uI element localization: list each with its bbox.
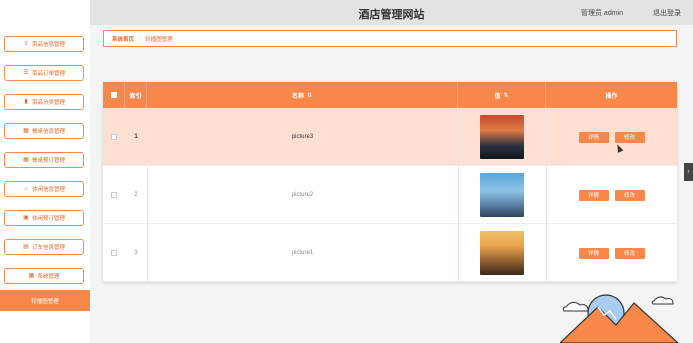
sidebar-item-leisure-info[interactable]: ⌂ 休闲信息管理 [4, 181, 84, 197]
detail-button[interactable]: 详情 [578, 247, 609, 259]
detail-button[interactable]: 详情 [578, 189, 609, 201]
sidebar-item-label: 菜品信息管理 [31, 42, 65, 48]
cloud-icon [651, 296, 674, 305]
edit-button[interactable]: 修改 [614, 189, 645, 201]
row-name: picture3 [291, 134, 314, 140]
breadcrumb-current: 轮播图管理 [145, 36, 173, 43]
sidebar-item-label: 餐桌信息管理 [31, 129, 65, 135]
house-icon: ⌂ [24, 186, 28, 192]
row-image-cell [458, 108, 546, 166]
row-checkbox[interactable] [111, 250, 117, 256]
edit-button[interactable]: 修改 [614, 247, 645, 259]
select-all-cell [103, 82, 125, 108]
row-actions: 详情 修改 [546, 166, 677, 224]
column-header-index: 索引 [125, 82, 147, 108]
breadcrumb: 系统首页 :: 轮播图管理 [103, 30, 677, 47]
grid-icon: ▦ [23, 128, 29, 134]
breadcrumb-separator: :: [138, 35, 142, 42]
sidebar-item-label: 菜品分类管理 [31, 100, 65, 106]
sidebar-item-table-info[interactable]: ▦ 餐桌信息管理 [4, 123, 84, 139]
sidebar-item-label: 休闲信息管理 [31, 187, 65, 193]
sidebar-item-label: 轮播图管理 [31, 298, 59, 305]
table-row: 1 picture3 详情 修改 [103, 108, 677, 166]
sidebar-item-carousel[interactable]: 轮播图管理 [0, 290, 90, 311]
sidebar: ≡ 菜品信息管理 ☰ 菜品订单管理 ▮ 菜品分类管理 ▦ 餐桌信息管理 ▦ 餐桌… [0, 0, 90, 343]
row-index: 3 [134, 250, 138, 256]
row-index: 1 [134, 134, 138, 140]
bar-chart-icon: ▮ [24, 99, 28, 105]
decorative-illustration [560, 294, 679, 343]
edit-button[interactable]: 修改 [614, 131, 645, 143]
sidebar-item-label: 订车信息管理 [31, 245, 65, 251]
sort-icon[interactable]: ⇅ [307, 92, 312, 99]
user-label: 管理员 admin [580, 10, 623, 17]
sidebar-item-dish-info[interactable]: ≡ 菜品信息管理 [4, 36, 84, 52]
column-header-value[interactable]: 值 ⇅ [458, 82, 546, 108]
carousel-thumbnail [480, 115, 524, 159]
cloud-icon [562, 301, 589, 312]
row-image-cell [458, 166, 546, 224]
sidebar-item-label: 菜品订单管理 [31, 71, 65, 77]
row-actions: 详情 修改 [546, 108, 677, 166]
row-name: picture1 [291, 250, 314, 256]
sidebar-item-system[interactable]: ▦ 系统管理 [4, 268, 84, 284]
table-row: 3 picture1 详情 修改 [103, 224, 677, 282]
table-header: 索引 名称 ⇅ 值 ⇅ 操作 [103, 82, 677, 108]
table-row: 2 picture2 详情 修改 [103, 166, 677, 224]
sidebar-item-label: 餐桌预订管理 [31, 158, 65, 164]
breadcrumb-home[interactable]: 系统首页 [112, 35, 134, 43]
row-checkbox[interactable] [111, 192, 117, 198]
logout-link[interactable]: 退出登录 [653, 8, 681, 18]
collapse-tab[interactable]: ‹ [684, 163, 693, 181]
sidebar-item-dish-orders[interactable]: ☰ 菜品订单管理 [4, 65, 84, 81]
sidebar-item-table-booking[interactable]: ▦ 餐桌预订管理 [4, 152, 84, 168]
column-header-name[interactable]: 名称 ⇅ [147, 82, 458, 108]
sidebar-item-dish-category[interactable]: ▮ 菜品分类管理 [4, 94, 84, 110]
list-icon: ☰ [23, 70, 29, 76]
bus-icon: ▤ [23, 244, 29, 250]
column-header-label: 名称 [291, 93, 304, 100]
column-header-action: 操作 [605, 93, 618, 100]
row-checkbox-cell [103, 108, 125, 166]
row-image-cell [458, 224, 546, 282]
carousel-thumbnail [480, 231, 524, 275]
carousel-thumbnail [480, 173, 524, 217]
detail-button[interactable]: 详情 [578, 131, 609, 143]
select-all-checkbox[interactable] [110, 92, 117, 98]
column-header-label: 值 [494, 93, 501, 100]
sort-icon[interactable]: ⇅ [503, 92, 508, 99]
row-name: picture2 [291, 192, 314, 198]
row-index: 2 [134, 192, 138, 198]
sliders-icon: ≡ [24, 41, 28, 47]
row-checkbox[interactable] [111, 134, 117, 140]
sidebar-item-car-info[interactable]: ▤ 订车信息管理 [4, 239, 84, 255]
top-header: 酒店管理网站 管理员 admin 退出登录 [90, 0, 693, 25]
row-actions: 详情 修改 [546, 224, 677, 282]
briefcase-icon: ▣ [23, 215, 29, 221]
grid-icon: ▦ [28, 273, 35, 279]
row-checkbox-cell [103, 224, 125, 282]
data-table: 索引 名称 ⇅ 值 ⇅ 操作 1 picture3 详情 修改 2 pictur… [103, 82, 677, 282]
grid-icon: ▦ [23, 157, 29, 163]
sidebar-item-leisure-booking[interactable]: ▣ 休闲预订管理 [4, 210, 84, 226]
row-checkbox-cell [103, 166, 125, 224]
sidebar-item-label: 系统管理 [37, 274, 60, 280]
sidebar-item-label: 休闲预订管理 [31, 216, 65, 222]
